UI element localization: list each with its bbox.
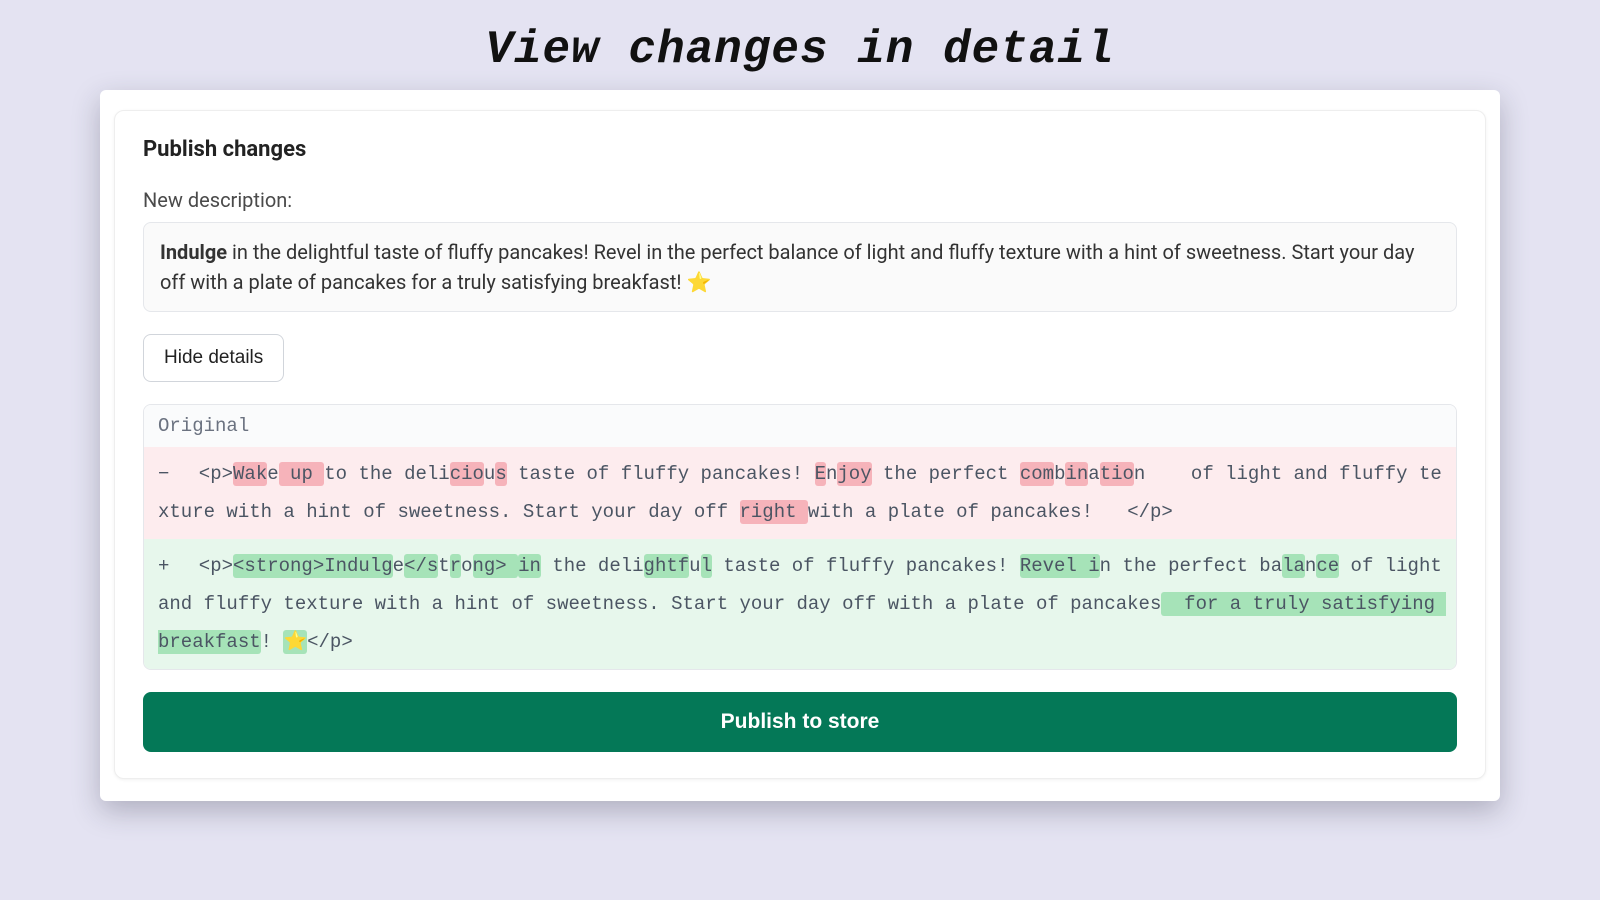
card-title: Publish changes	[143, 137, 1457, 162]
new-description-label: New description:	[143, 188, 1457, 212]
outer-card: Publish changes New description: Indulge…	[100, 90, 1500, 801]
page-title: View changes in detail	[0, 0, 1600, 90]
diff-header: Original	[144, 405, 1456, 447]
diff-removed-line: − <p>Wake up to the delicious taste of f…	[144, 447, 1456, 539]
diff-viewer: Original − <p>Wake up to the delicious t…	[143, 404, 1457, 670]
new-description-preview: Indulge in the delightful taste of fluff…	[143, 222, 1457, 312]
diff-added-line: + <p><strong>Indulge</strong> in the del…	[144, 539, 1456, 669]
description-strong: Indulge	[160, 240, 227, 264]
publish-to-store-button[interactable]: Publish to store	[143, 692, 1457, 752]
publish-changes-card: Publish changes New description: Indulge…	[114, 110, 1486, 779]
description-text: in the delightful taste of fluffy pancak…	[160, 240, 1415, 294]
hide-details-button[interactable]: Hide details	[143, 334, 284, 382]
